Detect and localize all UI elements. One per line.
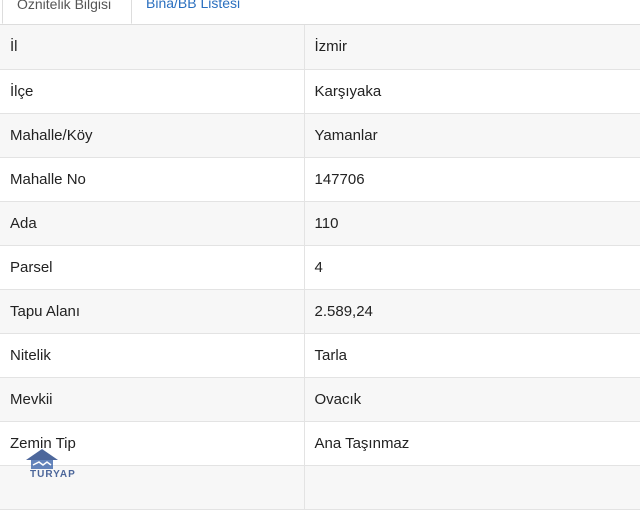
table-row: Mevkii Ovacık: [0, 377, 640, 422]
table-row: Zemin Tip Ana Taşınmaz: [0, 421, 640, 466]
row-value: Karşıyaka: [303, 69, 640, 114]
row-value: 110: [303, 201, 640, 246]
tab-attribute-info[interactable]: Öznitelik Bilgisi: [2, 0, 132, 24]
house-handshake-icon: [22, 448, 82, 470]
row-label: Mevkii: [0, 377, 304, 422]
table-row: Mahalle No 147706: [0, 157, 640, 202]
table-row: [0, 465, 640, 510]
row-label: Tapu Alanı: [0, 289, 304, 334]
row-value: Ana Taşınmaz: [303, 421, 640, 466]
tab-building-list[interactable]: Bina/BB Listesi: [146, 0, 240, 24]
row-label: Ada: [0, 201, 304, 246]
row-value: Yamanlar: [303, 113, 640, 158]
table-row: Mahalle/Köy Yamanlar: [0, 113, 640, 158]
row-label: İl: [0, 25, 304, 70]
row-label: Mahalle/Köy: [0, 113, 304, 158]
row-value: Ovacık: [303, 377, 640, 422]
table-row: İlçe Karşıyaka: [0, 69, 640, 114]
row-value: 4: [303, 245, 640, 290]
row-label: Parsel: [0, 245, 304, 290]
row-value: İzmir: [303, 25, 640, 70]
row-label: Mahalle No: [0, 157, 304, 202]
row-value: 147706: [303, 157, 640, 202]
row-value: Tarla: [303, 333, 640, 378]
table-row: Tapu Alanı 2.589,24: [0, 289, 640, 334]
row-value: [303, 465, 640, 510]
row-value: 2.589,24: [303, 289, 640, 334]
table-row: Parsel 4: [0, 245, 640, 290]
watermark-text: TURYAP: [30, 469, 76, 480]
table-row: Ada 110: [0, 201, 640, 246]
attribute-table: İl İzmir İlçe Karşıyaka Mahalle/Köy Yama…: [0, 25, 640, 510]
row-label: Nitelik: [0, 333, 304, 378]
table-row: Nitelik Tarla: [0, 333, 640, 378]
row-label: İlçe: [0, 69, 304, 114]
watermark-logo: TURYAP: [22, 448, 82, 480]
table-row: İl İzmir: [0, 25, 640, 70]
tab-bar: Öznitelik Bilgisi Bina/BB Listesi: [0, 0, 640, 25]
